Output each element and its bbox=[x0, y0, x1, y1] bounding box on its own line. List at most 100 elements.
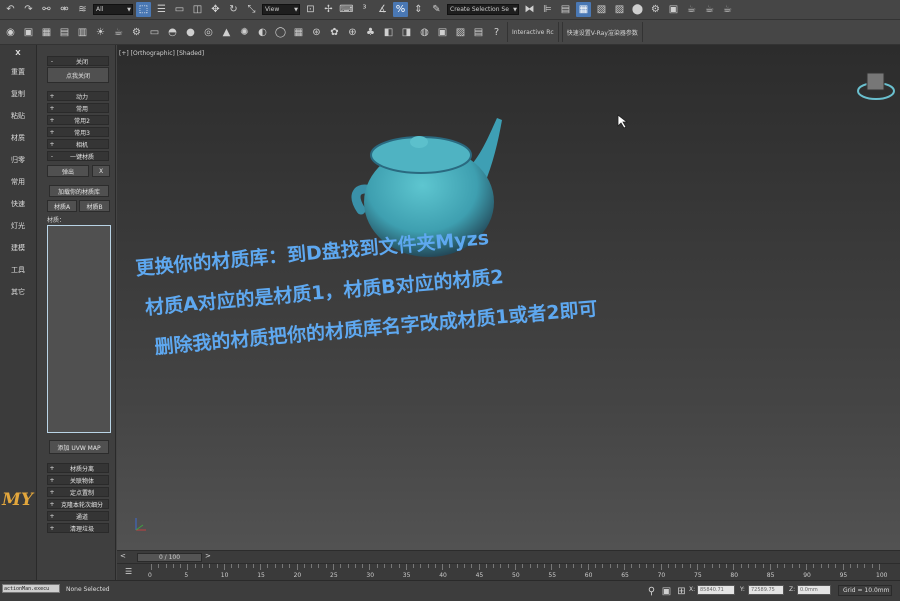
add-uvw-map-button[interactable]: 添加 UVW MAP bbox=[49, 440, 109, 454]
rollout-material-split[interactable]: + 材质分离 bbox=[47, 463, 109, 473]
close-left-panel-button[interactable]: X bbox=[0, 45, 36, 61]
camera-icon[interactable]: ◧ bbox=[381, 25, 396, 40]
render-frame-icon[interactable]: ▣ bbox=[21, 25, 36, 40]
sun-light-icon[interactable]: ✺ bbox=[237, 25, 252, 40]
scale-icon[interactable]: ⤡ bbox=[244, 2, 259, 17]
rendered-frame-icon[interactable]: ▣ bbox=[666, 2, 681, 17]
window-crossing-icon[interactable]: ◫ bbox=[190, 2, 205, 17]
render-iterative-icon[interactable]: ☕ bbox=[702, 2, 717, 17]
prev-frame-icon[interactable]: < bbox=[120, 552, 126, 560]
unlink-icon[interactable]: ⚮ bbox=[57, 2, 72, 17]
light-bulb-icon[interactable]: ◎ bbox=[201, 25, 216, 40]
viewport-label[interactable]: [+] [Orthographic] [Shaded] bbox=[119, 50, 204, 57]
left-cmd-tools[interactable]: 工具 bbox=[0, 259, 36, 281]
globe-icon[interactable]: ◍ bbox=[417, 25, 432, 40]
spinner-snap-icon[interactable]: ⇕ bbox=[411, 2, 426, 17]
material-b-button[interactable]: 材质B bbox=[79, 200, 110, 212]
slate-editor-icon[interactable]: ▦ bbox=[39, 25, 54, 40]
settings-icon[interactable]: ⚙ bbox=[129, 25, 144, 40]
lock-icon[interactable]: ▣ bbox=[659, 584, 674, 599]
physical-camera-icon[interactable]: ◨ bbox=[399, 25, 414, 40]
sphere-icon[interactable]: ● bbox=[183, 25, 198, 40]
proxy-icon[interactable]: ⊛ bbox=[309, 25, 324, 40]
expand-all-button[interactable]: 点我关闭 bbox=[47, 67, 109, 83]
material-editor-icon[interactable]: ⬤ bbox=[630, 2, 645, 17]
curve-editor-icon[interactable]: ▧ bbox=[594, 2, 609, 17]
track-bar[interactable]: ☰ 0 5 10 15 20 25 30 35 40 45 50 55 60 65 70 75 80 85 90 95… bbox=[117, 563, 900, 580]
left-cmd-reset[interactable]: 重置 bbox=[0, 61, 36, 83]
transform-mode-icon[interactable]: ⊞ bbox=[674, 584, 689, 599]
x-coord-field[interactable]: 85840.71 bbox=[697, 585, 735, 595]
select-manipulate-icon[interactable]: ✢ bbox=[321, 2, 336, 17]
rollout-linked-objects[interactable]: + 关联物体 bbox=[47, 475, 109, 485]
keyboard-shortcut-icon[interactable]: ⌨ bbox=[339, 2, 354, 17]
schematic-view-icon[interactable]: ▨ bbox=[612, 2, 627, 17]
ref-coord-dropdown[interactable]: View ▼ bbox=[262, 4, 300, 15]
pivot-center-icon[interactable]: ⊡ bbox=[303, 2, 318, 17]
rect-select-region-icon[interactable]: ▭ bbox=[172, 2, 187, 17]
material-a-button[interactable]: 材质A bbox=[47, 200, 77, 212]
left-cmd-quick[interactable]: 快速 bbox=[0, 193, 36, 215]
y-coord-field[interactable]: 72589.75 bbox=[748, 585, 784, 595]
link-icon[interactable]: ⚯ bbox=[39, 2, 54, 17]
mini-listener[interactable]: actionMan.execu bbox=[2, 584, 60, 593]
rollout-channel[interactable]: + 通道 bbox=[47, 511, 109, 521]
help-icon[interactable]: ? bbox=[489, 25, 504, 40]
list-icon[interactable]: ▤ bbox=[57, 25, 72, 40]
rollout-dynamics[interactable]: + 动力 bbox=[47, 91, 109, 101]
select-object-icon[interactable]: ⬚ bbox=[136, 2, 151, 17]
left-cmd-paste[interactable]: 粘贴 bbox=[0, 105, 36, 127]
interactive-render-button[interactable]: Interactive Rc bbox=[507, 22, 559, 42]
rollout-clone-subdivide[interactable]: + 克隆本轮次细分 bbox=[47, 499, 109, 509]
load-material-library-button[interactable]: 加载你的材质库 bbox=[49, 185, 109, 197]
rollout-clean-garbage[interactable]: + 清理垃圾 bbox=[47, 523, 109, 533]
grid-list-icon[interactable]: ▥ bbox=[75, 25, 90, 40]
next-frame-icon[interactable]: > bbox=[205, 552, 211, 560]
bind-spacewarp-icon[interactable]: ≋ bbox=[75, 2, 90, 17]
cone-light-icon[interactable]: ▲ bbox=[219, 25, 234, 40]
render-production-icon[interactable]: ☕ bbox=[684, 2, 699, 17]
z-coord-field[interactable]: 0.0mm bbox=[797, 585, 831, 595]
rollout-pivot[interactable]: + 定点置制 bbox=[47, 487, 109, 497]
plane-icon[interactable]: ▭ bbox=[147, 25, 162, 40]
left-cmd-material[interactable]: 材质 bbox=[0, 127, 36, 149]
panel-close-button[interactable]: X bbox=[92, 165, 110, 177]
teapot-icon[interactable]: ☕ bbox=[111, 25, 126, 40]
doc-icon[interactable]: ▤ bbox=[471, 25, 486, 40]
undo-icon[interactable]: ↶ bbox=[3, 2, 18, 17]
grid-icon[interactable]: ▦ bbox=[291, 25, 306, 40]
mirror-icon[interactable]: ⧓ bbox=[522, 2, 537, 17]
left-cmd-zero[interactable]: 归零 bbox=[0, 149, 36, 171]
sky-light-icon[interactable]: ◐ bbox=[255, 25, 270, 40]
rollout-one-key-material[interactable]: - 一键材质 bbox=[47, 151, 109, 161]
render-setup-icon[interactable]: ⚙ bbox=[648, 2, 663, 17]
leaf-icon[interactable]: ♣ bbox=[363, 25, 378, 40]
layer-manager-icon[interactable]: ▤ bbox=[558, 2, 573, 17]
ribbon-icon[interactable]: ▦ bbox=[576, 2, 591, 17]
dome-icon[interactable]: ◓ bbox=[165, 25, 180, 40]
select-by-name-icon[interactable]: ☰ bbox=[154, 2, 169, 17]
left-cmd-copy[interactable]: 复制 bbox=[0, 83, 36, 105]
sun-icon[interactable]: ☀ bbox=[93, 25, 108, 40]
align-icon[interactable]: ⊫ bbox=[540, 2, 555, 17]
pin-icon[interactable]: ⚲ bbox=[644, 584, 659, 599]
popup-button[interactable]: 弹出 bbox=[47, 165, 89, 177]
ies-light-icon[interactable]: ◯ bbox=[273, 25, 288, 40]
rollout-common2[interactable]: + 常用2 bbox=[47, 115, 109, 125]
snaps-toggle-icon[interactable]: ³ bbox=[357, 2, 372, 17]
left-cmd-lights[interactable]: 灯光 bbox=[0, 215, 36, 237]
toggle-icon[interactable]: ◉ bbox=[3, 25, 18, 40]
rollout-common[interactable]: + 常用 bbox=[47, 103, 109, 113]
selection-filter-dropdown[interactable]: All ▼ bbox=[93, 4, 133, 15]
left-cmd-other[interactable]: 其它 bbox=[0, 281, 36, 303]
render-activeshade-icon[interactable]: ☕ bbox=[720, 2, 735, 17]
viewcube-icon[interactable] bbox=[852, 65, 900, 105]
edit-named-selection-icon[interactable]: ✎ bbox=[429, 2, 444, 17]
named-selection-dropdown[interactable]: Create Selection Se ▼ bbox=[447, 4, 519, 15]
move-icon[interactable]: ✥ bbox=[208, 2, 223, 17]
object-props-icon[interactable]: ▣ bbox=[435, 25, 450, 40]
vray-quick-settings-button[interactable]: 快速设置V-Ray渲染器参数 bbox=[561, 22, 643, 42]
material-listbox[interactable] bbox=[47, 225, 111, 433]
redo-icon[interactable]: ↷ bbox=[21, 2, 36, 17]
displacement-icon[interactable]: ⊕ bbox=[345, 25, 360, 40]
